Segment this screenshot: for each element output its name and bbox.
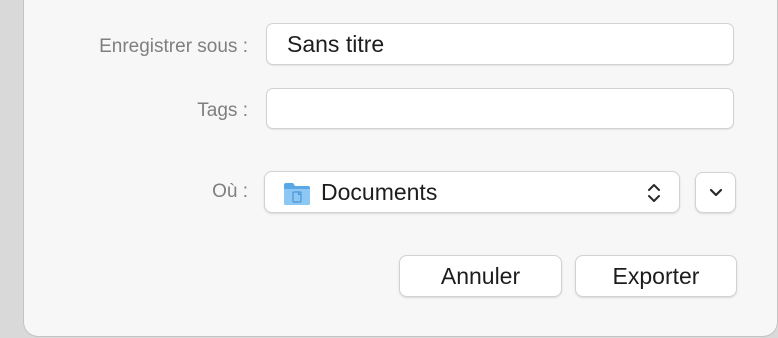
tags-input[interactable] — [266, 88, 734, 129]
folder-icon — [284, 183, 310, 205]
chevron-down-icon — [709, 188, 722, 196]
location-popup[interactable]: Documents — [264, 171, 680, 213]
filename-input[interactable]: Sans titre — [266, 23, 734, 65]
where-label: Où : — [212, 181, 248, 202]
export-button[interactable]: Exporter — [575, 255, 737, 297]
tags-label: Tags : — [197, 100, 248, 121]
cancel-button[interactable]: Annuler — [399, 255, 562, 297]
expand-dialog-button[interactable] — [695, 172, 736, 213]
export-dialog: Enregistrer sous : Sans titre Tags : Où … — [24, 0, 777, 336]
save-as-label: Enregistrer sous : — [99, 36, 248, 57]
location-value: Documents — [321, 179, 438, 205]
updown-chevron-icon — [648, 184, 660, 202]
filename-value: Sans titre — [287, 30, 385, 57]
